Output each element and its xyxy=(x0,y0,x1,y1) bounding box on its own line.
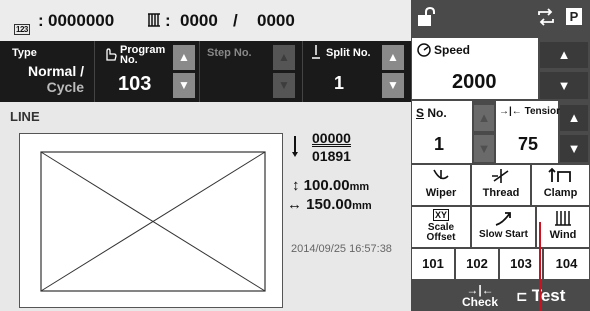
type-value: Normal / Cycle xyxy=(27,63,84,95)
counter-value: 0000000 xyxy=(48,11,115,30)
bobbin-wind-icon xyxy=(555,211,571,226)
pattern-area: LINE 00000 01891 ↕ 100.00mm ↔ 150.00mm 2… xyxy=(0,102,411,311)
speed-icon xyxy=(417,43,431,62)
program-101-button[interactable]: 101 xyxy=(412,249,454,279)
scale-offset-button[interactable]: XY Scale Offset xyxy=(412,207,470,247)
type-selector[interactable]: Type Normal / Cycle xyxy=(0,41,95,102)
wiper-icon xyxy=(433,169,449,180)
needle-counter-icon xyxy=(290,136,300,163)
tension-field: →|← Tension 75 xyxy=(496,101,562,163)
hand-pointer-icon xyxy=(102,46,118,67)
wiper-button[interactable]: Wiper xyxy=(412,165,470,205)
step-up-button[interactable]: ▲ xyxy=(273,45,295,70)
parameter-strip: Type Normal / Cycle Program No. 103 ▲ ▼ S… xyxy=(0,41,411,102)
tension-value: 75 xyxy=(518,134,539,154)
s-no-label: S No. xyxy=(416,106,447,120)
height-readout: ↕ 100.00mm xyxy=(292,177,370,194)
program-102-button[interactable]: 102 xyxy=(456,249,498,279)
program-104-button[interactable]: 104 xyxy=(544,249,589,279)
counter-header: 123 : 0000000 : 0000 / 0000 xyxy=(0,0,411,41)
pattern-preview[interactable] xyxy=(19,133,283,308)
pattern-type-label: LINE xyxy=(10,109,40,124)
s-no-down-button[interactable]: ▼ xyxy=(474,135,494,162)
program-value: 103 xyxy=(118,73,152,95)
separator: / xyxy=(233,11,238,30)
tension-up-button[interactable]: ▲ xyxy=(560,105,588,131)
tension-label: →|← Tension xyxy=(499,106,563,117)
slow-start-icon xyxy=(495,212,511,226)
s-no-value: 1 xyxy=(434,134,445,154)
speed-value: 2000 xyxy=(452,71,497,93)
test-button[interactable]: ⊏ Test xyxy=(508,281,590,311)
speed-label: Speed xyxy=(434,43,471,57)
speed-up-button[interactable]: ▲ xyxy=(540,42,588,68)
s-no-up-button[interactable]: ▲ xyxy=(474,105,494,131)
split-label: Split No. xyxy=(326,47,371,59)
sync-icon[interactable] xyxy=(536,8,556,31)
program-label: Program No. xyxy=(120,44,166,66)
speed-field: Speed 2000 xyxy=(412,38,538,99)
bobbin-value: 0000 xyxy=(180,11,218,30)
speed-down-button[interactable]: ▼ xyxy=(540,72,588,99)
split-up-button[interactable]: ▲ xyxy=(382,45,404,70)
bobbin-total: 0000 xyxy=(257,11,295,30)
red-marker-line xyxy=(539,222,541,311)
thread-button[interactable]: Thread xyxy=(472,165,530,205)
unlock-icon[interactable] xyxy=(417,6,439,32)
clamp-icon xyxy=(547,167,571,182)
right-panel: P Speed 2000 ▲ ▼ S No. 1 ▲ ▼ →|← Tension… xyxy=(411,0,590,311)
width-icon: ↔ xyxy=(287,196,302,213)
height-icon: ↕ xyxy=(292,177,300,194)
program-103-button[interactable]: 103 xyxy=(500,249,542,279)
split-down-button[interactable]: ▼ xyxy=(382,73,404,98)
step-field: Step No. ▲ ▼ xyxy=(201,41,303,102)
check-button[interactable]: →|← Check xyxy=(456,281,504,311)
xy-icon: XY xyxy=(432,209,449,221)
stitch-counter: 00000 01891 xyxy=(312,130,351,164)
program-down-button[interactable]: ▼ xyxy=(173,73,195,98)
s-no-field: S No. 1 xyxy=(412,101,472,163)
split-value: 1 xyxy=(334,73,345,93)
parking-icon[interactable]: P xyxy=(566,8,582,25)
width-readout: ↔ 150.00mm xyxy=(287,196,372,213)
datetime: 2014/09/25 16:57:38 xyxy=(291,243,392,255)
step-down-button[interactable]: ▼ xyxy=(273,73,295,98)
step-label: Step No. xyxy=(207,47,252,59)
thread-trim-icon xyxy=(492,169,509,183)
wind-button[interactable]: Wind xyxy=(537,207,589,247)
test-icon: ⊏ xyxy=(516,288,528,304)
program-field: Program No. 103 ▲ ▼ xyxy=(96,41,200,102)
slow-start-button[interactable]: Slow Start xyxy=(472,207,535,247)
needle-icon xyxy=(312,45,320,64)
tension-down-button[interactable]: ▼ xyxy=(560,135,588,162)
bobbin-icon xyxy=(147,12,161,32)
split-field: Split No. 1 ▲ ▼ xyxy=(304,41,411,102)
type-label: Type xyxy=(12,47,37,59)
program-up-button[interactable]: ▲ xyxy=(173,45,195,70)
clamp-button[interactable]: Clamp xyxy=(532,165,589,205)
